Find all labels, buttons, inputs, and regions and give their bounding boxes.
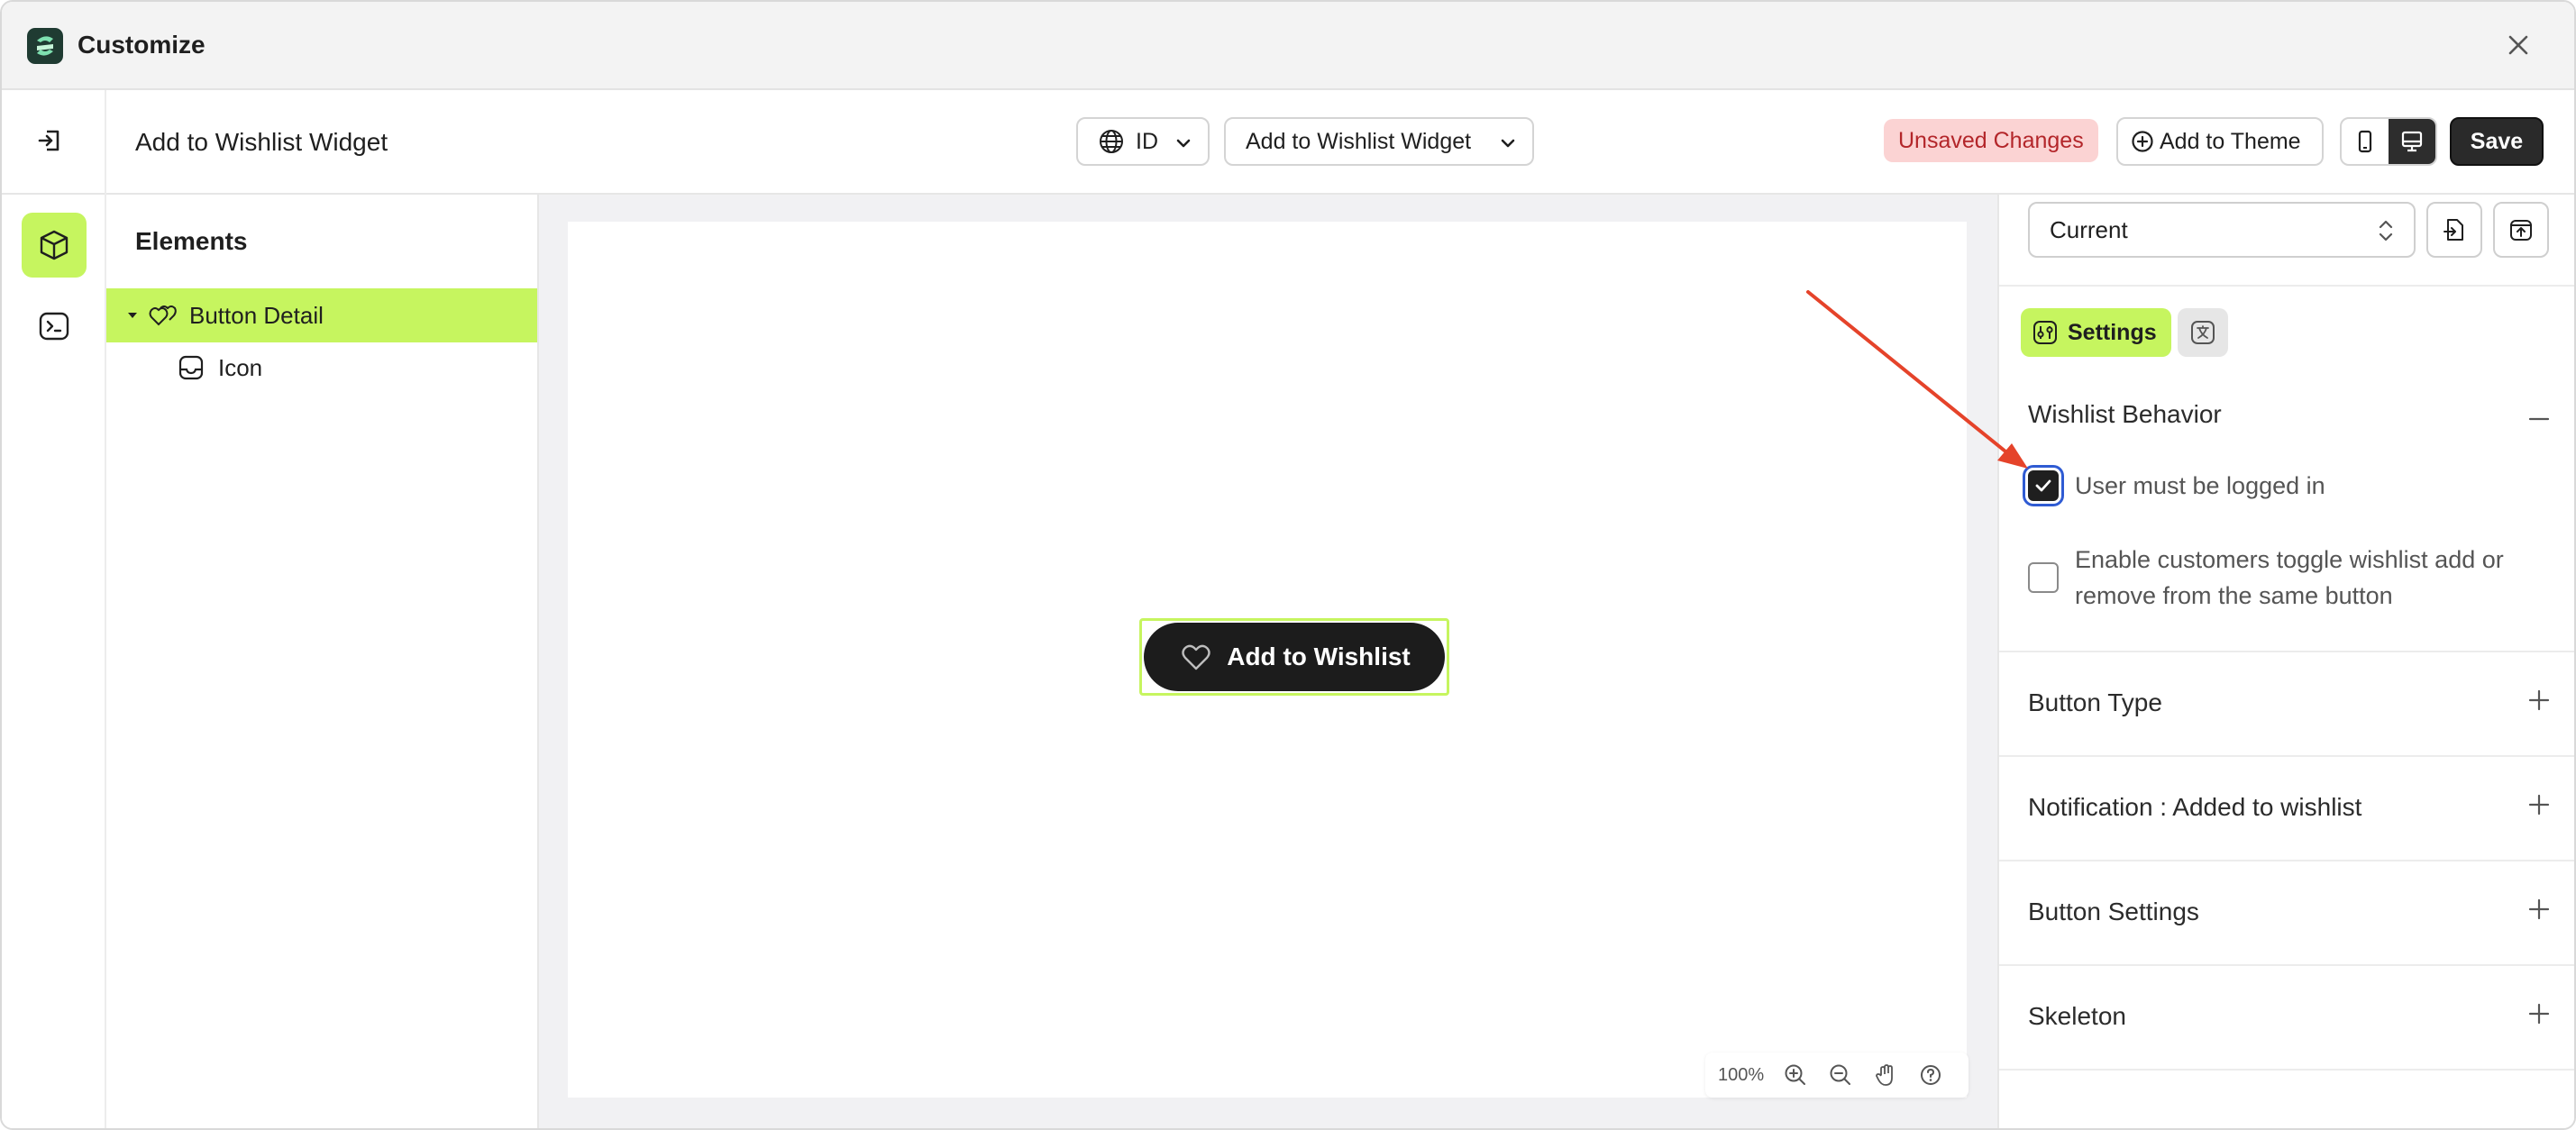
canvas-area: Add to Wishlist 100% — [539, 195, 1997, 1128]
panel-divider — [1999, 755, 2574, 757]
zoom-toolbar: 100% — [1705, 1053, 1969, 1098]
version-select-value: Current — [2050, 215, 2128, 243]
translate-icon — [2191, 321, 2215, 344]
check-icon — [2035, 479, 2051, 492]
toggle-wishlist-checkbox[interactable] — [2028, 562, 2059, 593]
sliders-icon — [2033, 321, 2057, 344]
customize-window: Customize Add to Wishlist Widget ID Add … — [0, 0, 2576, 1130]
close-icon[interactable] — [2502, 29, 2535, 61]
elements-title: Elements — [135, 227, 248, 255]
caret-down-icon — [128, 313, 137, 318]
left-rail — [2, 195, 106, 1128]
zoom-out-button[interactable] — [1818, 1053, 1863, 1098]
minus-icon[interactable] — [2527, 407, 2551, 431]
inbox-icon — [178, 355, 204, 380]
editor-header: Add to Wishlist Widget ID Add to Wishlis… — [2, 90, 2574, 195]
tab-translate[interactable] — [2178, 308, 2228, 357]
widget-select-value: Add to Wishlist Widget — [1246, 128, 1472, 154]
tree-item-icon[interactable]: Icon — [106, 341, 537, 395]
tree-item-label: Icon — [218, 353, 263, 381]
heart-group-icon — [149, 305, 177, 326]
mobile-view-button[interactable] — [2342, 119, 2389, 164]
zoom-out-icon — [1830, 1064, 1851, 1085]
section-skeleton-title[interactable]: Skeleton — [2028, 1002, 2126, 1031]
export-button[interactable] — [2493, 202, 2549, 258]
panel-divider — [1999, 285, 2574, 287]
panel-divider — [1999, 860, 2574, 861]
exit-icon[interactable] — [34, 124, 67, 157]
plus-icon[interactable] — [2527, 1002, 2551, 1025]
panel-divider — [1999, 964, 2574, 966]
section-button-settings-title[interactable]: Button Settings — [2028, 898, 2199, 926]
selected-element-outline[interactable]: Add to Wishlist — [1139, 618, 1449, 696]
title-bar: Customize — [2, 2, 2574, 90]
tab-settings-label: Settings — [2068, 319, 2157, 345]
tree-item-label: Button Detail — [189, 301, 324, 329]
tree-item-button-detail[interactable]: Button Detail — [106, 288, 537, 342]
language-select[interactable]: ID — [1076, 117, 1210, 166]
globe-icon — [1100, 130, 1123, 153]
import-button[interactable] — [2426, 202, 2482, 258]
code-rail-button[interactable] — [22, 294, 87, 359]
page-title: Add to Wishlist Widget — [135, 128, 388, 156]
desktop-view-button[interactable] — [2389, 119, 2435, 164]
toggle-wishlist-label-line1: Enable customers toggle wishlist add or — [2075, 546, 2504, 573]
version-select[interactable]: Current — [2028, 202, 2416, 258]
pan-button[interactable] — [1863, 1053, 1908, 1098]
user-logged-in-label: User must be logged in — [2075, 472, 2325, 499]
section-wishlist-behavior-title[interactable]: Wishlist Behavior — [2028, 400, 2222, 429]
mobile-icon — [2358, 130, 2372, 153]
chevron-down-icon — [1176, 139, 1191, 148]
import-file-icon — [2444, 219, 2463, 241]
app-logo-icon — [27, 28, 63, 64]
panel-divider — [1999, 1069, 2574, 1071]
unsaved-changes-badge: Unsaved Changes — [1884, 119, 2098, 162]
zoom-in-button[interactable] — [1773, 1053, 1818, 1098]
device-toggle — [2340, 117, 2437, 166]
chevron-down-icon — [1501, 139, 1515, 148]
plus-circle-icon — [2132, 131, 2153, 152]
language-value: ID — [1136, 128, 1158, 154]
toggle-wishlist-label-line2: remove from the same button — [2075, 582, 2393, 609]
help-icon — [1921, 1065, 1941, 1085]
settings-panel: Current Settings Wishlist Behavior User … — [1997, 195, 2574, 1128]
heart-icon — [1182, 644, 1210, 670]
hand-icon — [1876, 1064, 1894, 1086]
add-to-wishlist-button[interactable]: Add to Wishlist — [1144, 623, 1445, 691]
cube-icon — [40, 230, 69, 260]
zoom-in-icon — [1785, 1064, 1806, 1085]
add-to-theme-label: Add to Theme — [2160, 128, 2301, 154]
panel-divider — [1999, 651, 2574, 652]
terminal-icon — [39, 312, 69, 341]
widget-select[interactable]: Add to Wishlist Widget — [1224, 117, 1534, 166]
plus-icon[interactable] — [2527, 898, 2551, 921]
plus-icon[interactable] — [2527, 688, 2551, 712]
add-to-wishlist-label: Add to Wishlist — [1227, 642, 1411, 670]
help-button[interactable] — [1908, 1053, 1953, 1098]
elements-rail-button[interactable] — [22, 213, 87, 278]
zoom-level: 100% — [1718, 1064, 1765, 1085]
save-button[interactable]: Save — [2450, 117, 2544, 166]
header-divider — [105, 90, 106, 195]
section-button-type-title[interactable]: Button Type — [2028, 688, 2162, 717]
preview-canvas: Add to Wishlist 100% — [568, 222, 1969, 1098]
section-notification-title[interactable]: Notification : Added to wishlist — [2028, 793, 2361, 822]
tab-settings[interactable]: Settings — [2021, 308, 2171, 357]
plus-icon[interactable] — [2527, 793, 2551, 816]
elements-panel: Elements Button Detail Icon — [106, 195, 539, 1128]
add-to-theme-button[interactable]: Add to Theme — [2116, 117, 2324, 166]
upload-icon — [2510, 220, 2532, 241]
user-logged-in-checkbox[interactable] — [2028, 470, 2059, 501]
app-title: Customize — [78, 31, 206, 59]
desktop-icon — [2401, 131, 2423, 152]
updown-chevron-icon — [2379, 220, 2393, 241]
